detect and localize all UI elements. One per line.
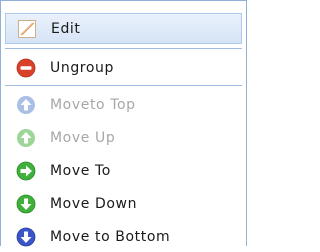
menu-item-label: Move to Bottom — [50, 228, 171, 245]
menu-item-move-down[interactable]: Move Down — [5, 188, 242, 219]
menu-item-label: Ungroup — [50, 59, 114, 76]
arrow-down-circle-icon — [16, 194, 36, 214]
arrow-right-circle-icon — [16, 161, 36, 181]
menu-separator — [5, 85, 242, 86]
menu-item-edit[interactable]: Edit — [5, 13, 242, 44]
arrow-up-circle-icon — [16, 95, 36, 115]
menu-separator — [5, 48, 242, 49]
menu-item-label: Move Down — [50, 195, 138, 212]
menu-item-move-to-top[interactable]: Moveto Top — [5, 89, 242, 120]
context-menu: Edit Ungroup Moveto Top Move Up Move To … — [0, 0, 247, 246]
arrow-up-circle-icon — [16, 128, 36, 148]
menu-item-move-to[interactable]: Move To — [5, 155, 242, 186]
pencil-icon — [17, 19, 37, 39]
menu-item-move-up[interactable]: Move Up — [5, 122, 242, 153]
menu-item-label: Move To — [50, 162, 111, 179]
minus-circle-icon — [16, 58, 36, 78]
menu-item-label: Move Up — [50, 129, 116, 146]
menu-item-move-to-bottom[interactable]: Move to Bottom — [5, 221, 242, 252]
menu-item-label: Edit — [51, 20, 81, 37]
arrow-down-circle-icon — [16, 227, 36, 247]
menu-item-ungroup[interactable]: Ungroup — [5, 52, 242, 83]
menu-item-label: Moveto Top — [50, 96, 136, 113]
